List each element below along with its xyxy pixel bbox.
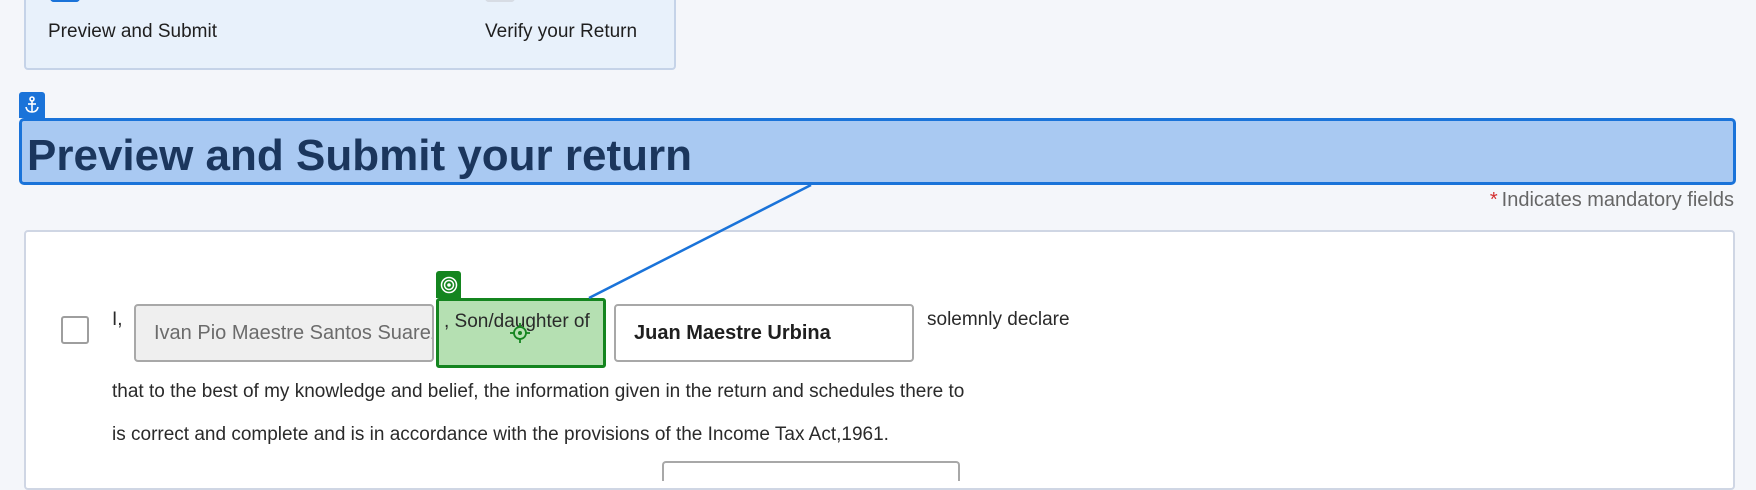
- page-title-highlight: Preview and Submit your return: [19, 118, 1736, 185]
- parent-name-value: Juan Maestre Urbina: [634, 321, 831, 344]
- declaration-line-3: is correct and complete and is in accord…: [112, 424, 889, 445]
- step-1-icon[interactable]: [50, 0, 80, 2]
- name-field: Ivan Pio Maestre Santos Suarez: [134, 304, 434, 362]
- mandatory-text: Indicates mandatory fields: [1501, 189, 1734, 211]
- next-field-partial[interactable]: [662, 461, 960, 481]
- parent-name-input[interactable]: Juan Maestre Urbina: [614, 304, 914, 362]
- page-title: Preview and Submit your return: [27, 131, 693, 180]
- step-1-label[interactable]: Preview and Submit: [48, 21, 217, 43]
- relation-label-highlight: , Son/daughter of: [436, 298, 606, 368]
- target-icon: [436, 271, 461, 298]
- step-2-icon[interactable]: [485, 0, 515, 2]
- declaration-prefix: I,: [112, 309, 123, 330]
- crosshair-icon: [510, 323, 530, 348]
- stepper-card: Preview and Submit Verify your Return: [24, 0, 676, 70]
- declaration-checkbox[interactable]: [61, 316, 89, 344]
- declaration-suffix: solemnly declare: [927, 309, 1070, 330]
- step-2-label[interactable]: Verify your Return: [485, 21, 637, 43]
- mandatory-star: *: [1489, 189, 1498, 211]
- anchor-icon: [19, 92, 45, 118]
- declaration-line-2: that to the best of my knowledge and bel…: [112, 381, 965, 402]
- name-field-value: Ivan Pio Maestre Santos Suarez: [154, 321, 434, 344]
- mandatory-note: * Indicates mandatory fields: [1490, 189, 1734, 212]
